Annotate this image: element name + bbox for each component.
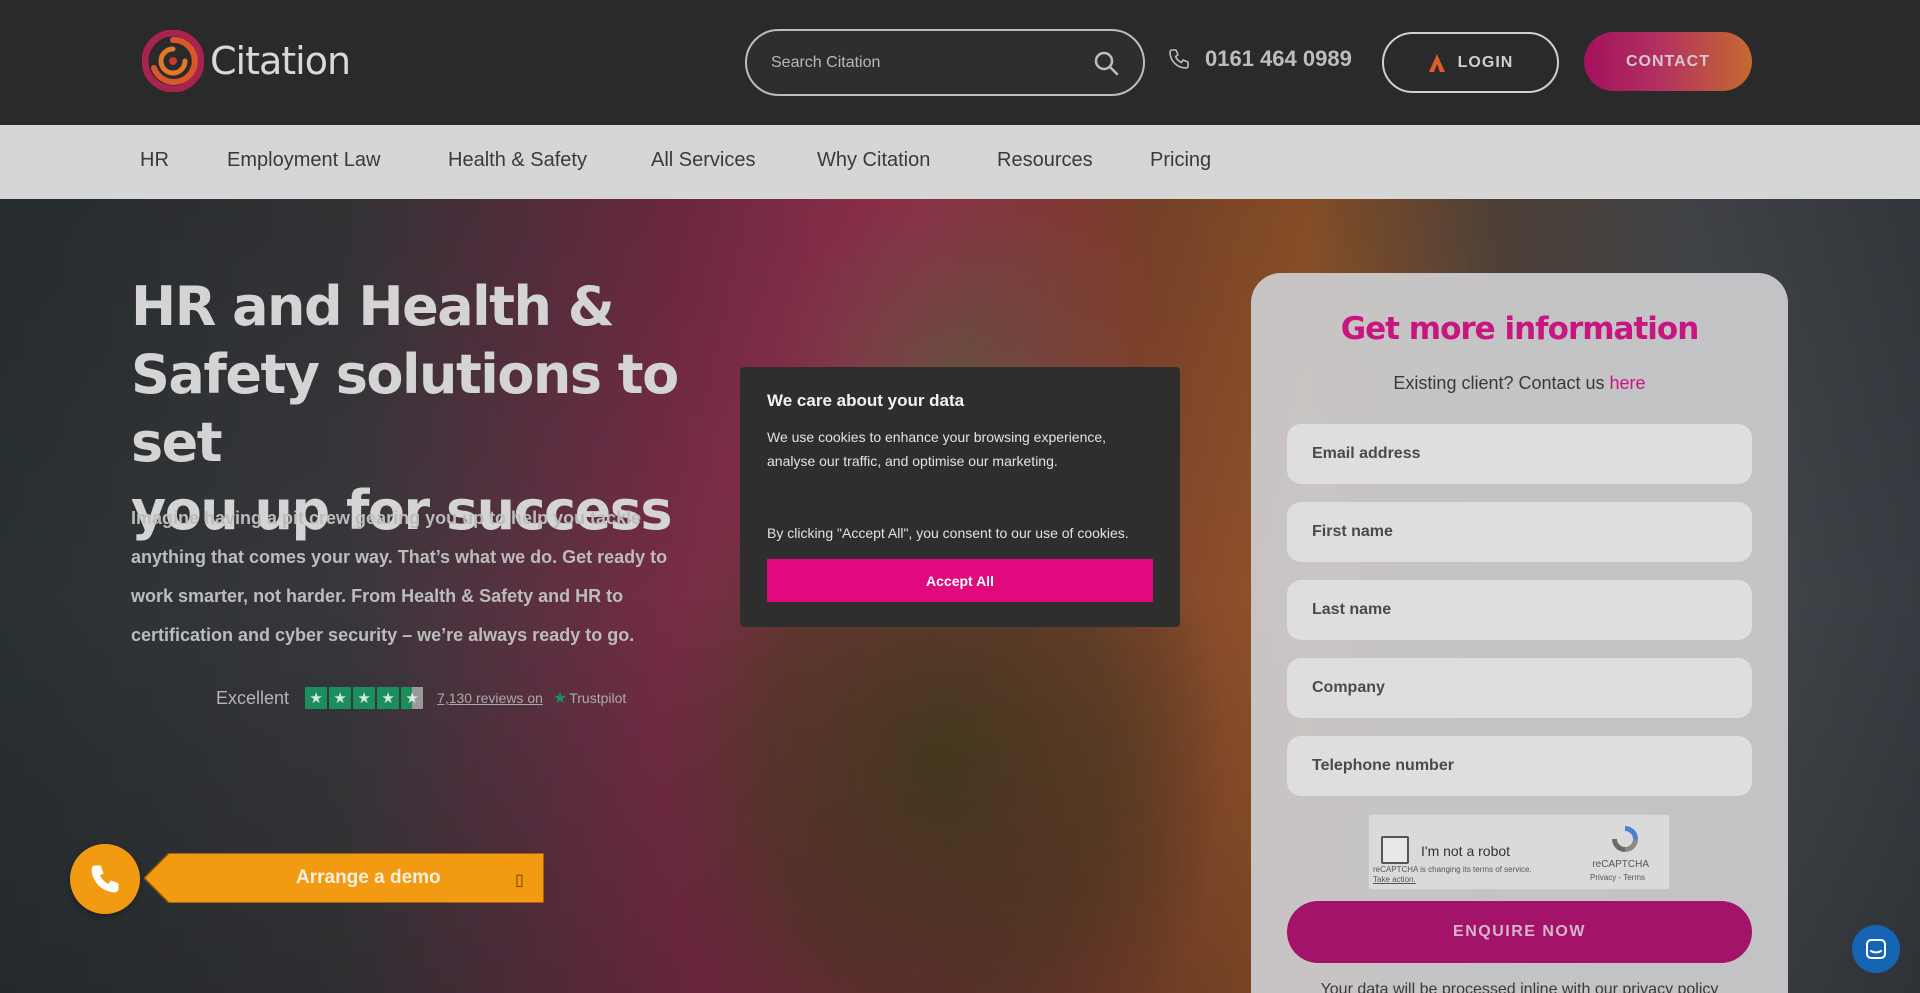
recaptcha-brand: reCAPTCHA — [1592, 859, 1649, 870]
form-title: Get more information — [1340, 311, 1700, 347]
cookie-consent-text: By clicking "Accept All", you consent to… — [767, 525, 1129, 541]
nav-item-why-citation[interactable]: Why Citation — [817, 149, 930, 172]
star-icon: ★ — [377, 687, 400, 709]
privacy-notice: Your data will be processed inline with … — [1320, 981, 1719, 993]
recaptcha-note-text: reCAPTCHA is changing its terms of servi… — [1373, 865, 1532, 874]
citation-swirl-icon — [142, 30, 204, 92]
login-button[interactable]: LOGIN — [1382, 32, 1559, 93]
trustpilot-stars: ★ ★ ★ ★ ★ — [305, 687, 425, 709]
recaptcha-checkbox[interactable] — [1381, 836, 1409, 864]
recaptcha-terms[interactable]: Privacy - Terms — [1590, 873, 1645, 882]
enquire-now-button[interactable]: ENQUIRE NOW — [1287, 901, 1752, 963]
last-name-field[interactable] — [1287, 580, 1752, 640]
chat-icon — [1866, 939, 1886, 959]
phone-call-button[interactable] — [70, 844, 140, 914]
company-field[interactable] — [1287, 658, 1752, 718]
existing-client-link[interactable]: here — [1610, 373, 1646, 393]
enquire-now-label: ENQUIRE NOW — [1453, 923, 1586, 940]
telephone-field[interactable] — [1287, 736, 1752, 796]
star-icon: ★ — [329, 687, 352, 709]
login-label: LOGIN — [1457, 53, 1514, 71]
recaptcha-label: I'm not a robot — [1421, 843, 1511, 859]
arrange-demo-label: Arrange a demo — [296, 867, 441, 888]
chevron-right-icon: ▯ — [515, 872, 524, 889]
cookie-title: We care about your data — [767, 391, 965, 410]
contact-label: CONTACT — [1625, 52, 1711, 70]
trustpilot-logo: ★ Trustpilot — [553, 688, 626, 708]
site-header: Citation 0161 464 0989 LOGIN CONTACT — [0, 0, 1920, 125]
hero-title-line-2: Safety solutions to set — [131, 343, 679, 474]
hero-description: Imagine having a pit crew gearing you up… — [131, 508, 668, 645]
trustpilot-reviews-link[interactable]: 7,130 reviews on — [437, 690, 543, 706]
arrange-demo-widget[interactable]: Arrange a demo ▯ — [70, 844, 544, 914]
trustpilot-brand: Trustpilot — [569, 690, 627, 706]
nav-item-resources[interactable]: Resources — [997, 149, 1093, 172]
search-icon[interactable] — [1093, 50, 1119, 76]
cookie-consent-dialog: We care about your data We use cookies t… — [740, 367, 1180, 627]
accept-all-label: Accept All — [926, 572, 994, 589]
trustpilot-widget[interactable]: Excellent ★ ★ ★ ★ ★ 7,130 reviews on ★ T… — [216, 687, 626, 709]
email-field[interactable] — [1287, 424, 1752, 484]
phone-number: 0161 464 0989 — [1205, 46, 1352, 71]
recaptcha-take-action-link[interactable]: Take action. — [1373, 875, 1563, 885]
existing-client-prefix: Existing client? Contact us — [1393, 373, 1610, 393]
citation-logo[interactable]: Citation — [142, 30, 351, 92]
chat-launcher-button[interactable] — [1852, 925, 1900, 973]
half-star-icon: ★ — [401, 687, 424, 709]
star-icon: ★ — [353, 687, 376, 709]
nav-item-hr[interactable]: HR — [140, 149, 169, 172]
accept-all-button[interactable]: Accept All — [767, 559, 1153, 602]
search-input[interactable] — [771, 53, 1093, 72]
nav-item-pricing[interactable]: Pricing — [1150, 149, 1211, 172]
existing-client-text: Existing client? Contact us here — [1251, 373, 1788, 394]
atlas-logo-icon — [1428, 53, 1445, 72]
phone-icon — [91, 865, 119, 893]
main-nav: HR Employment Law Health & Safety All Se… — [0, 125, 1920, 199]
search-box — [745, 29, 1145, 96]
nav-item-health-safety[interactable]: Health & Safety — [448, 149, 587, 172]
logo-wordmark: Citation — [210, 39, 351, 83]
cookie-body: We use cookies to enhance your browsing … — [767, 429, 1107, 469]
recaptcha-widget: I'm not a robot reCAPTCHA Privacy - Term… — [1368, 814, 1670, 890]
phone-link[interactable]: 0161 464 0989 — [1167, 46, 1352, 72]
first-name-field[interactable] — [1287, 502, 1752, 562]
contact-button[interactable]: CONTACT — [1584, 32, 1752, 91]
trustpilot-rating-label: Excellent — [216, 687, 290, 708]
star-icon: ★ — [305, 687, 328, 709]
hero-title-line-1: HR and Health & — [131, 275, 615, 338]
trustpilot-star-icon: ★ — [552, 690, 568, 707]
recaptcha-logo-icon — [1612, 826, 1638, 852]
nav-item-employment-law[interactable]: Employment Law — [227, 149, 380, 172]
nav-item-all-services[interactable]: All Services — [651, 149, 755, 172]
phone-icon — [1169, 49, 1189, 69]
recaptcha-note: reCAPTCHA is changing its terms of servi… — [1373, 865, 1563, 885]
enquiry-form: Get more information Existing client? Co… — [1251, 273, 1788, 993]
